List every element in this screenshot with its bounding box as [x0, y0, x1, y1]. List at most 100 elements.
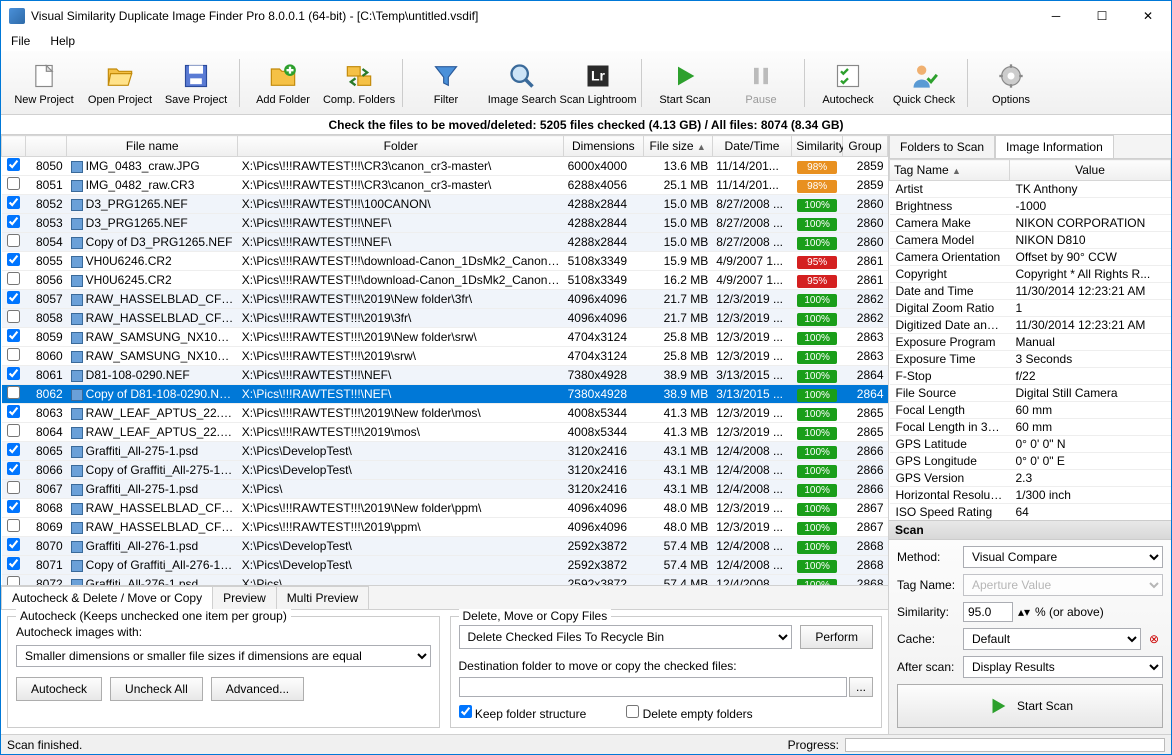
col-datetime[interactable]: Date/Time [712, 136, 791, 157]
row-checkbox[interactable] [7, 253, 20, 266]
col-value[interactable]: Value [1010, 160, 1171, 181]
col-similarity[interactable]: Similarity [792, 136, 843, 157]
save-project-button[interactable]: Save Project [159, 54, 233, 112]
table-row[interactable]: 8069RAW_HASSELBLAD_CFV.PPMX:\Pics\!!!RAW… [2, 518, 888, 537]
browse-button[interactable]: ... [849, 677, 873, 697]
tab-preview[interactable]: Preview [212, 586, 277, 609]
table-row[interactable]: 8064RAW_LEAF_APTUS_22.MOSX:\Pics\!!!RAWT… [2, 423, 888, 442]
table-row[interactable]: 8065Graffiti_All-275-1.psdX:\Pics\Develo… [2, 442, 888, 461]
autocheck-toolbar-button[interactable]: Autocheck [811, 54, 885, 112]
row-checkbox[interactable] [7, 291, 20, 304]
table-row[interactable]: 8054Copy of D3_PRG1265.NEFX:\Pics\!!!RAW… [2, 233, 888, 252]
row-checkbox[interactable] [7, 386, 20, 399]
results-grid[interactable]: File name Folder Dimensions File size ▲ … [1, 135, 888, 585]
row-checkbox[interactable] [7, 158, 20, 171]
advanced-button[interactable]: Advanced... [211, 677, 304, 701]
col-filename[interactable]: File name [67, 136, 238, 157]
row-checkbox[interactable] [7, 310, 20, 323]
dest-folder-input[interactable] [459, 677, 847, 697]
clear-cache-icon[interactable]: ⊗ [1145, 632, 1163, 646]
add-folder-button[interactable]: Add Folder [246, 54, 320, 112]
options-button[interactable]: Options [974, 54, 1048, 112]
menu-help[interactable]: Help [46, 32, 79, 50]
row-checkbox[interactable] [7, 272, 20, 285]
row-checkbox[interactable] [7, 177, 20, 190]
col-idx[interactable] [26, 136, 67, 157]
cache-select[interactable]: Default [963, 628, 1141, 650]
similarity-input[interactable] [963, 602, 1013, 622]
table-row[interactable]: 8063RAW_LEAF_APTUS_22.MOSX:\Pics\!!!RAWT… [2, 404, 888, 423]
table-row[interactable]: 8068RAW_HASSELBLAD_CFV.PPMX:\Pics\!!!RAW… [2, 499, 888, 518]
new-project-button[interactable]: New Project [7, 54, 81, 112]
row-checkbox[interactable] [7, 329, 20, 342]
uncheck-all-button[interactable]: Uncheck All [110, 677, 203, 701]
image-search-button[interactable]: Image Search [485, 54, 559, 112]
filter-button[interactable]: Filter [409, 54, 483, 112]
keep-folder-checkbox[interactable]: Keep folder structure [459, 705, 587, 721]
table-row[interactable]: 8056VH0U6245.CR2X:\Pics\!!!RAWTEST!!!\do… [2, 271, 888, 290]
col-filesize[interactable]: File size ▲ [643, 136, 712, 157]
row-checkbox[interactable] [7, 462, 20, 475]
table-row[interactable]: 8071Copy of Graffiti_All-276-1.psdX:\Pic… [2, 556, 888, 575]
row-checkbox[interactable] [7, 481, 20, 494]
scan-lightroom-button[interactable]: LrScan Lightroom [561, 54, 635, 112]
delete-empty-checkbox[interactable]: Delete empty folders [626, 705, 752, 721]
row-checkbox[interactable] [7, 367, 20, 380]
table-row[interactable]: 8058RAW_HASSELBLAD_CFV.3FRX:\Pics\!!!RAW… [2, 309, 888, 328]
row-checkbox[interactable] [7, 519, 20, 532]
table-row[interactable]: 8051IMG_0482_raw.CR3X:\Pics\!!!RAWTEST!!… [2, 176, 888, 195]
table-row[interactable]: 8060RAW_SAMSUNG_NX100.SRWX:\Pics\!!!RAWT… [2, 347, 888, 366]
menu-file[interactable]: File [7, 32, 34, 50]
row-checkbox[interactable] [7, 348, 20, 361]
col-group[interactable]: Group [843, 136, 888, 157]
tab-image-information[interactable]: Image Information [995, 135, 1114, 158]
row-checkbox[interactable] [7, 196, 20, 209]
col-dimensions[interactable]: Dimensions [564, 136, 643, 157]
row-checkbox[interactable] [7, 576, 20, 585]
table-row[interactable]: 8055VH0U6246.CR2X:\Pics\!!!RAWTEST!!!\do… [2, 252, 888, 271]
row-checkbox[interactable] [7, 443, 20, 456]
open-project-button[interactable]: Open Project [83, 54, 157, 112]
maximize-button[interactable]: ☐ [1079, 1, 1125, 31]
after-scan-select[interactable]: Display Results [963, 656, 1163, 678]
minimize-button[interactable]: ─ [1033, 1, 1079, 31]
col-check[interactable] [2, 136, 26, 157]
comp-folders-button[interactable]: Comp. Folders [322, 54, 396, 112]
table-row[interactable]: 8070Graffiti_All-276-1.psdX:\Pics\Develo… [2, 537, 888, 556]
quick-check-button[interactable]: Quick Check [887, 54, 961, 112]
action-select[interactable]: Delete Checked Files To Recycle Bin [459, 625, 793, 649]
tab-autocheck[interactable]: Autocheck & Delete / Move or Copy [1, 586, 213, 609]
table-row[interactable]: 8066Copy of Graffiti_All-275-1.psdX:\Pic… [2, 461, 888, 480]
table-row[interactable]: 8072Graffiti_All-276-1.psdX:\Pics\2592x3… [2, 575, 888, 586]
start-scan-big-button[interactable]: Start Scan [897, 684, 1163, 728]
image-info-grid[interactable]: Tag Name ▲ Value ArtistTK AnthonyBrightn… [889, 159, 1171, 520]
row-checkbox[interactable] [7, 500, 20, 513]
method-select[interactable]: Visual Compare [963, 546, 1163, 568]
table-row[interactable]: 8059RAW_SAMSUNG_NX100.SRWX:\Pics\!!!RAWT… [2, 328, 888, 347]
autocheck-button[interactable]: Autocheck [16, 677, 102, 701]
row-checkbox[interactable] [7, 215, 20, 228]
table-row[interactable]: 8052D3_PRG1265.NEFX:\Pics\!!!RAWTEST!!!\… [2, 195, 888, 214]
tab-folders-to-scan[interactable]: Folders to Scan [889, 135, 995, 158]
table-row[interactable]: 8053D3_PRG1265.NEFX:\Pics\!!!RAWTEST!!!\… [2, 214, 888, 233]
info-key: GPS Longitude [890, 453, 1010, 470]
spinner-icon[interactable]: ▴▾ [1017, 605, 1031, 619]
perform-button[interactable]: Perform [800, 625, 873, 649]
table-row[interactable]: 8050IMG_0483_craw.JPGX:\Pics\!!!RAWTEST!… [2, 157, 888, 176]
table-row[interactable]: 8067Graffiti_All-275-1.psdX:\Pics\3120x2… [2, 480, 888, 499]
row-checkbox[interactable] [7, 557, 20, 570]
row-checkbox[interactable] [7, 538, 20, 551]
start-scan-button[interactable]: Start Scan [648, 54, 722, 112]
table-row[interactable]: 8061D81-108-0290.NEFX:\Pics\!!!RAWTEST!!… [2, 366, 888, 385]
row-checkbox[interactable] [7, 424, 20, 437]
col-tag-name[interactable]: Tag Name ▲ [890, 160, 1010, 181]
col-folder[interactable]: Folder [238, 136, 564, 157]
row-folder: X:\Pics\DevelopTest\ [238, 442, 564, 461]
autocheck-criteria-select[interactable]: Smaller dimensions or smaller file sizes… [16, 645, 431, 667]
tab-multi-preview[interactable]: Multi Preview [276, 586, 369, 609]
row-checkbox[interactable] [7, 405, 20, 418]
close-button[interactable]: ✕ [1125, 1, 1171, 31]
row-checkbox[interactable] [7, 234, 20, 247]
table-row[interactable]: 8057RAW_HASSELBLAD_CFV.3FRX:\Pics\!!!RAW… [2, 290, 888, 309]
table-row[interactable]: 8062Copy of D81-108-0290.NEFX:\Pics\!!!R… [2, 385, 888, 404]
